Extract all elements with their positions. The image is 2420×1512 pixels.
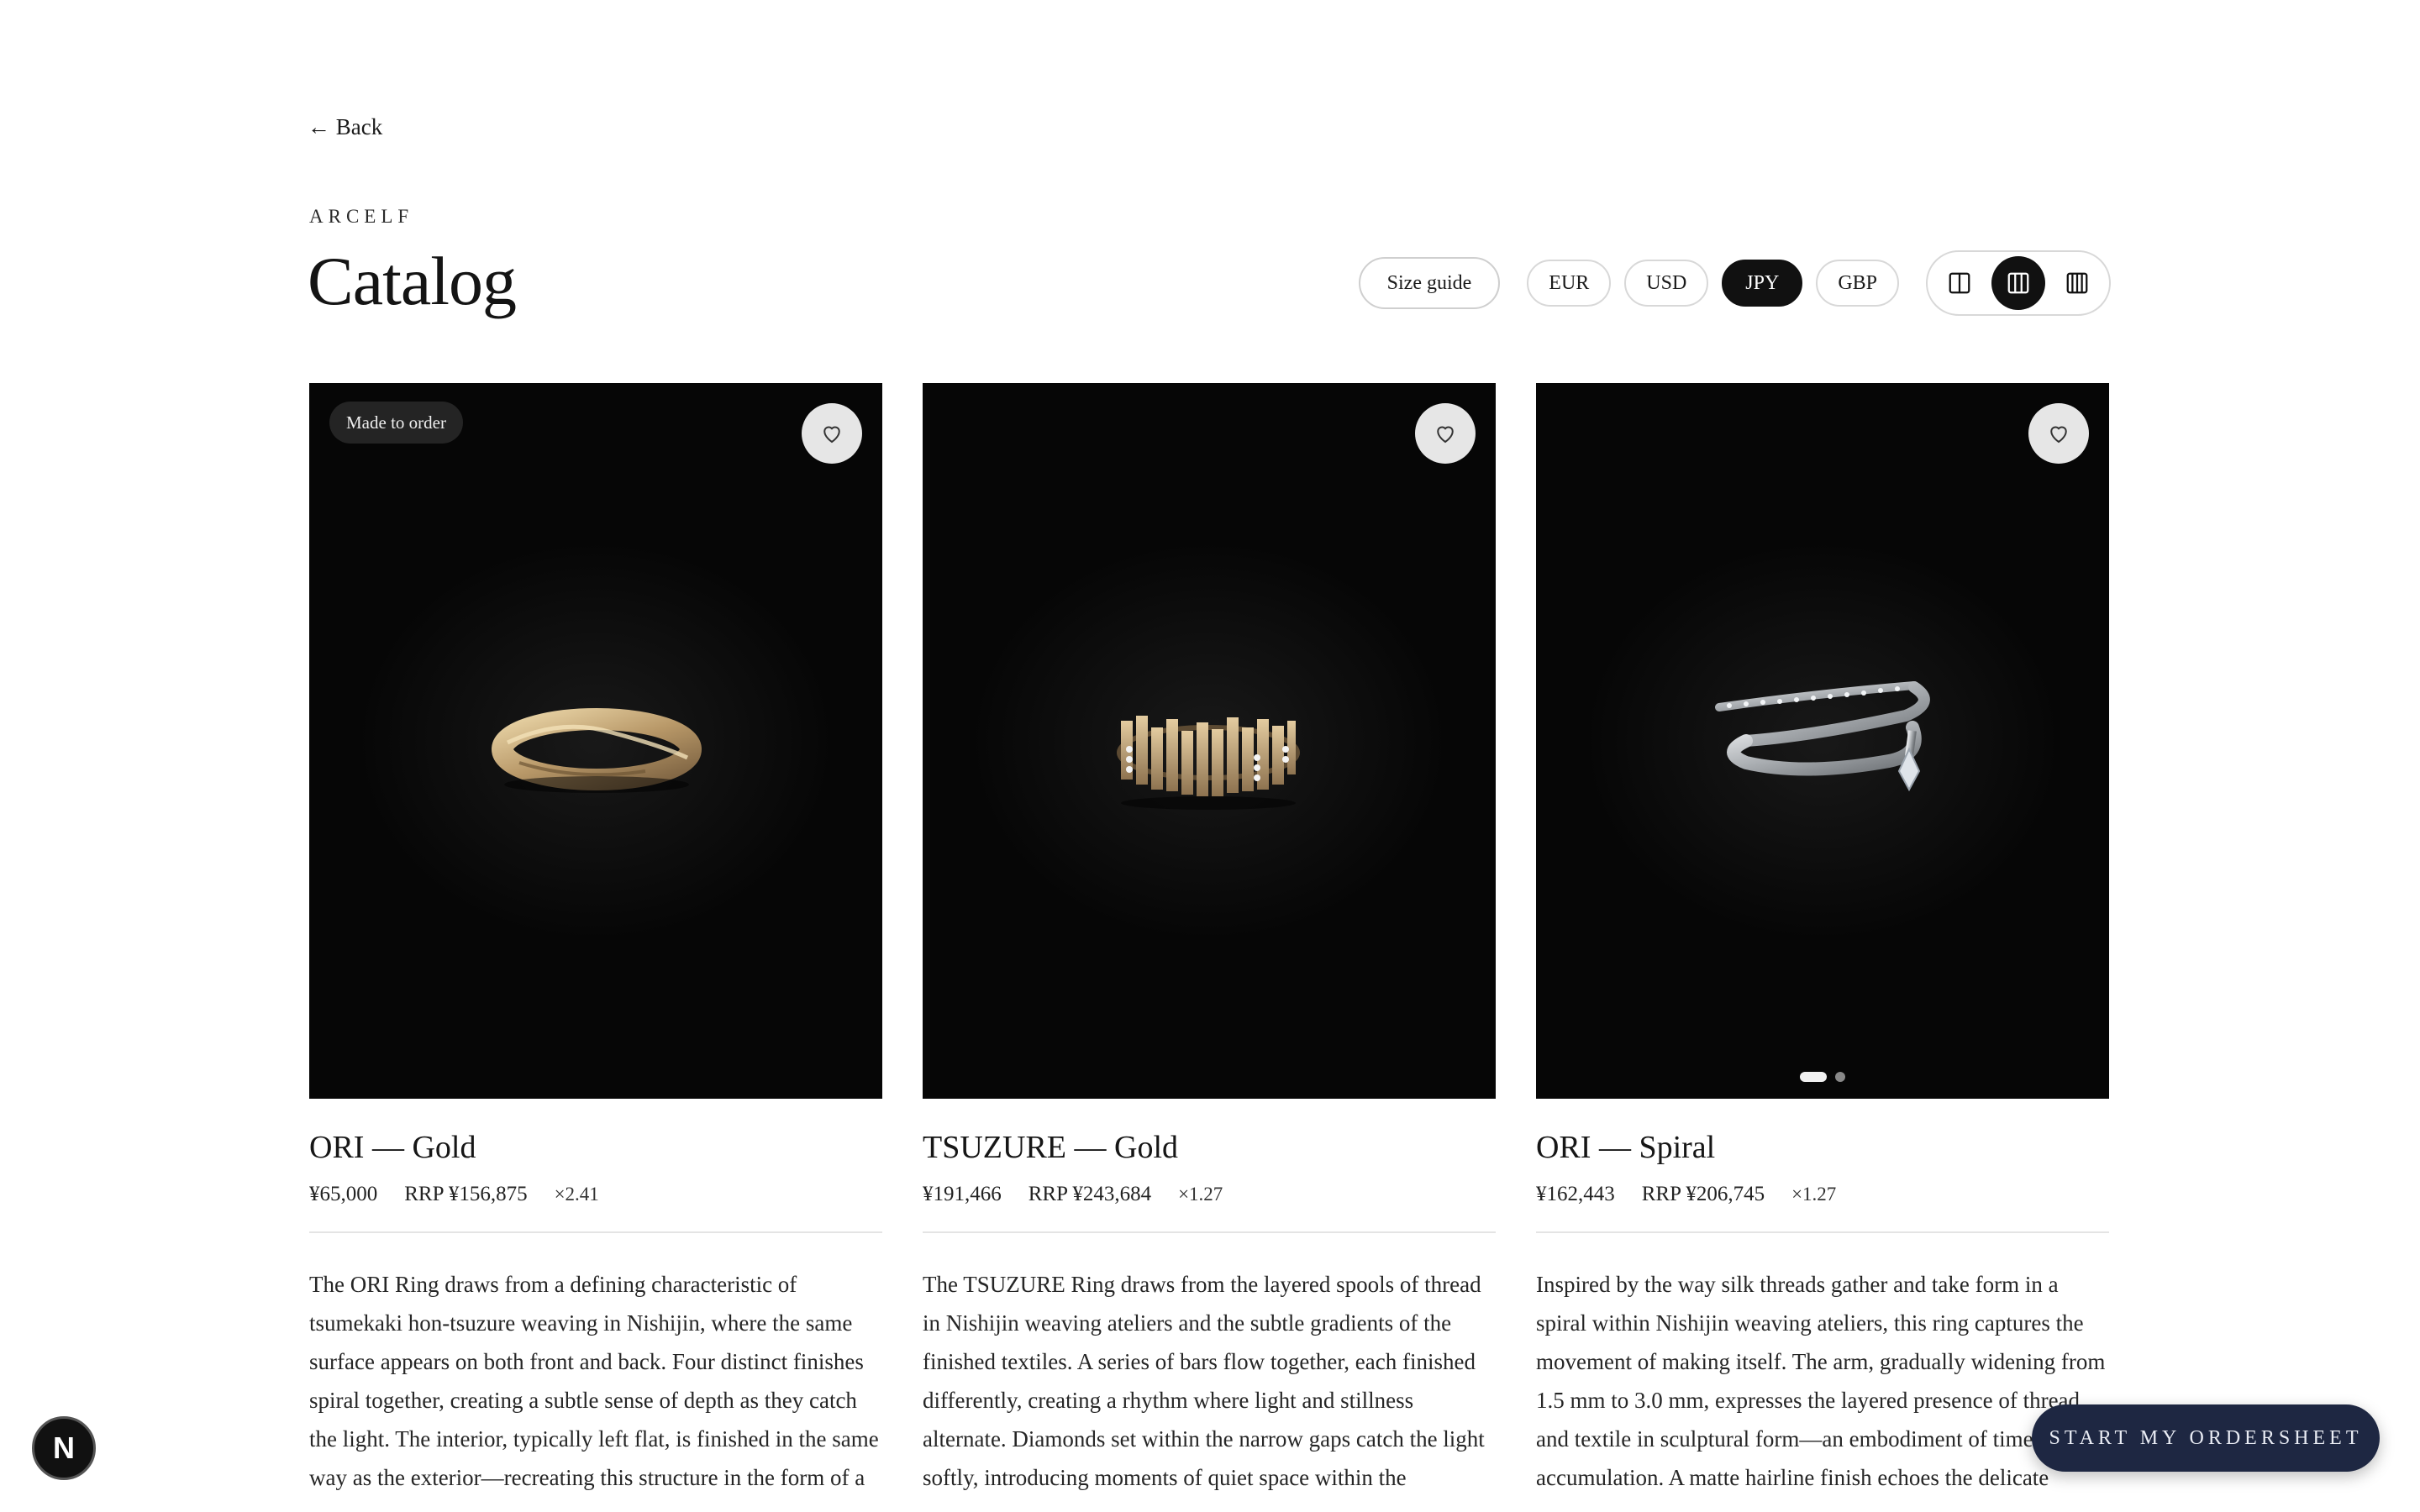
heart-icon	[823, 426, 840, 444]
four-column-button[interactable]	[2050, 256, 2104, 310]
brand-label: ARCELF	[309, 206, 414, 227]
product-name[interactable]: ORI — Spiral	[1536, 1129, 2109, 1166]
product-prices: ¥162,443 RRP ¥206,745 ×1.27	[1536, 1183, 2109, 1206]
price-multiplier: ×1.27	[1791, 1184, 1837, 1205]
product-prices: ¥191,466 RRP ¥243,684 ×1.27	[923, 1183, 1496, 1206]
divider	[309, 1231, 882, 1233]
favorite-button[interactable]	[802, 403, 862, 464]
product-description: The TSUZURE Ring draws from the layered …	[923, 1272, 1485, 1490]
start-ordersheet-button[interactable]: START MY ORDERSHEET	[2032, 1404, 2380, 1472]
product-image[interactable]: Made to order	[309, 383, 882, 1099]
product-grid: Made to order ORI — Gold ¥65,000 RRP ¥15…	[309, 383, 2111, 1497]
product-prices: ¥65,000 RRP ¥156,875 ×2.41	[309, 1183, 882, 1206]
product-rrp: RRP ¥206,745	[1641, 1183, 1765, 1205]
silver-spiral-ring-icon	[1715, 681, 1930, 792]
currency-selector: EUR USD JPY GBP	[1527, 260, 1899, 307]
four-column-icon	[2066, 272, 2088, 294]
product-card[interactable]: TSUZURE — Gold ¥191,466 RRP ¥243,684 ×1.…	[923, 383, 1496, 1497]
heart-icon	[1437, 426, 1454, 444]
currency-jpy-button[interactable]: JPY	[1722, 260, 1803, 307]
gold-bar-diamond-ring-icon	[1117, 716, 1300, 810]
carousel-dots	[1800, 1072, 1845, 1082]
product-rrp: RRP ¥243,684	[1028, 1183, 1152, 1205]
product-image[interactable]	[1536, 383, 2109, 1099]
three-column-icon	[2007, 272, 2029, 294]
price-multiplier: ×2.41	[554, 1184, 599, 1205]
product-card[interactable]: ORI — Spiral ¥162,443 RRP ¥206,745 ×1.27…	[1536, 383, 2109, 1497]
gold-twisted-ring-icon	[492, 708, 702, 793]
product-description: The ORI Ring draws from a defining chara…	[309, 1272, 879, 1490]
made-to-order-badge: Made to order	[329, 402, 463, 444]
product-card[interactable]: Made to order ORI — Gold ¥65,000 RRP ¥15…	[309, 383, 882, 1497]
product-price: ¥191,466	[923, 1183, 1002, 1205]
product-name[interactable]: TSUZURE — Gold	[923, 1129, 1496, 1166]
product-image[interactable]	[923, 383, 1496, 1099]
divider	[1536, 1231, 2109, 1233]
divider	[923, 1231, 1496, 1233]
currency-gbp-button[interactable]: GBP	[1816, 260, 1899, 307]
product-price: ¥65,000	[309, 1183, 378, 1205]
product-rrp: RRP ¥156,875	[404, 1183, 528, 1205]
product-price: ¥162,443	[1536, 1183, 1615, 1205]
product-name[interactable]: ORI — Gold	[309, 1129, 882, 1166]
two-column-button[interactable]	[1933, 256, 1986, 310]
carousel-dot[interactable]	[1835, 1072, 1845, 1082]
size-guide-button[interactable]: Size guide	[1358, 257, 1501, 309]
three-column-button[interactable]	[1991, 256, 2045, 310]
heart-icon	[2050, 426, 2067, 444]
carousel-dot[interactable]	[1800, 1072, 1827, 1082]
favorite-button[interactable]	[1415, 403, 1476, 464]
two-column-icon	[1949, 272, 1970, 294]
framework-badge-button[interactable]: N	[32, 1416, 96, 1480]
price-multiplier: ×1.27	[1178, 1184, 1223, 1205]
product-description: Inspired by the way silk threads gather …	[1536, 1272, 2106, 1490]
back-link[interactable]: ← Back	[308, 114, 382, 140]
page-title: Catalog	[308, 243, 517, 319]
layout-toggle	[1926, 250, 2111, 316]
currency-usd-button[interactable]: USD	[1624, 260, 1709, 307]
catalog-controls: Size guide EUR USD JPY GBP	[1358, 250, 2111, 316]
favorite-button[interactable]	[2028, 403, 2089, 464]
currency-eur-button[interactable]: EUR	[1527, 260, 1612, 307]
